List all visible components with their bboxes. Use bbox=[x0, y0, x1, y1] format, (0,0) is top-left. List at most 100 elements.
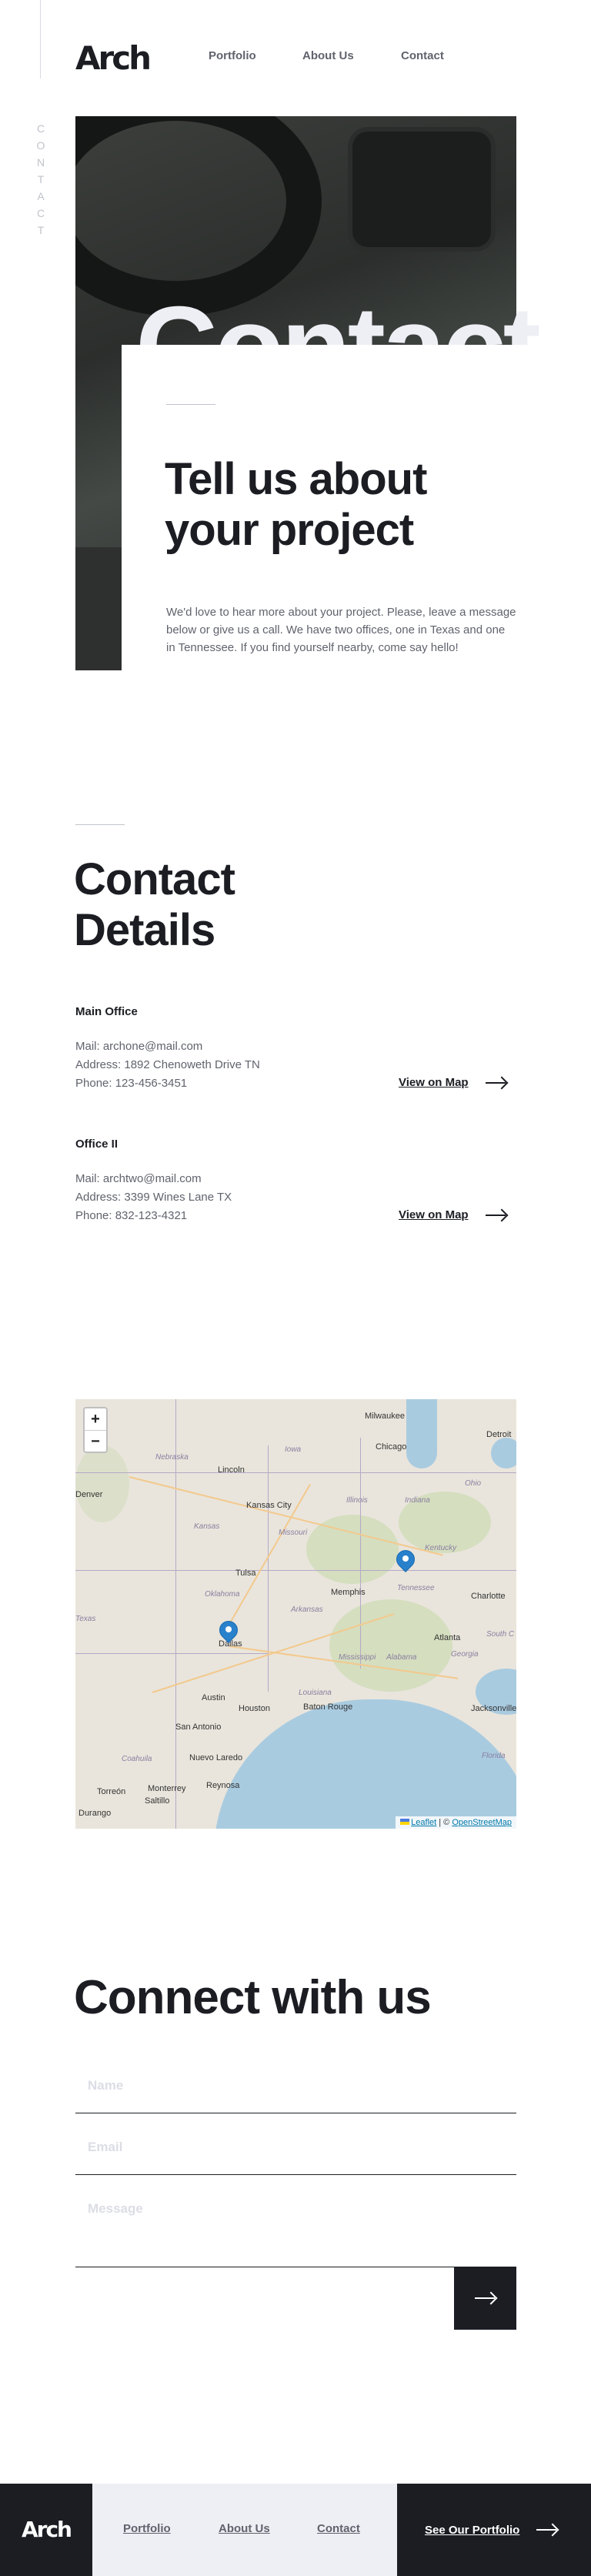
map-city-label: San Antonio bbox=[175, 1722, 222, 1732]
map-state-label: South C bbox=[486, 1630, 515, 1639]
zoom-out-button[interactable]: − bbox=[85, 1430, 106, 1452]
side-letter: T bbox=[37, 224, 45, 236]
footer-nav-about-us[interactable]: About Us bbox=[219, 2522, 270, 2535]
side-contact-label: C O N T A C T bbox=[34, 120, 48, 239]
footer-nav-portfolio[interactable]: Portfolio bbox=[123, 2522, 171, 2535]
map-city-label: Torreón bbox=[97, 1787, 126, 1796]
arrow-right-icon bbox=[485, 1210, 507, 1221]
map-city-label: Reynosa bbox=[206, 1781, 240, 1790]
leaflet-flag-icon bbox=[400, 1819, 410, 1825]
map-state-label: Alabama bbox=[386, 1653, 417, 1662]
message-field[interactable]: Message bbox=[75, 2184, 516, 2267]
map-state-label: Missouri bbox=[279, 1529, 308, 1537]
view-on-map-link-main[interactable]: View on Map bbox=[399, 1076, 507, 1089]
office-name: Office II bbox=[75, 1138, 119, 1151]
map-terrain bbox=[75, 1445, 129, 1522]
map-state-label: Florida bbox=[482, 1752, 506, 1760]
footer: Arch Portfolio About Us Contact See Our … bbox=[0, 2484, 591, 2576]
details-title: Contact Details bbox=[74, 854, 235, 955]
office-address: Address: 1892 Chenoweth Drive TN bbox=[75, 1058, 260, 1071]
map-state-label: Mississippi bbox=[339, 1653, 376, 1662]
openstreetmap-link[interactable]: OpenStreetMap bbox=[452, 1818, 512, 1827]
view-on-map-link-office-2[interactable]: View on Map bbox=[399, 1208, 507, 1221]
attribution-separator: | © bbox=[436, 1818, 452, 1827]
hero-title: Tell us about your project bbox=[165, 454, 427, 555]
footer-logo[interactable]: Arch bbox=[0, 2484, 92, 2576]
map-marker-icon[interactable] bbox=[392, 1546, 419, 1578]
hero-description: We'd love to hear more about your projec… bbox=[166, 606, 516, 654]
map-state-border bbox=[75, 1472, 516, 1473]
see-portfolio-button[interactable]: See Our Portfolio bbox=[397, 2484, 591, 2576]
map-city-label: Jacksonville bbox=[471, 1704, 516, 1713]
offices-map[interactable]: Milwaukee Detroit Chicago Lincoln Kansas… bbox=[75, 1399, 516, 1829]
marker-dot bbox=[402, 1555, 409, 1562]
nav-about-us[interactable]: About Us bbox=[302, 49, 354, 62]
map-city-label: Charlotte bbox=[471, 1592, 506, 1601]
side-letter: A bbox=[37, 190, 45, 202]
view-on-map-label: View on Map bbox=[399, 1208, 469, 1221]
email-field[interactable]: Email bbox=[75, 2123, 516, 2175]
office-name: Main Office bbox=[75, 1005, 138, 1018]
zoom-in-button[interactable]: + bbox=[85, 1408, 106, 1430]
map-marker-icon[interactable] bbox=[215, 1617, 242, 1649]
map-zoom-control: + − bbox=[83, 1407, 108, 1453]
map-state-label: Louisiana bbox=[299, 1689, 332, 1697]
nav-portfolio[interactable]: Portfolio bbox=[209, 49, 256, 62]
message-placeholder: Message bbox=[88, 2201, 143, 2216]
map-state-border bbox=[360, 1438, 361, 1669]
office-mail: Mail: archtwo@mail.com bbox=[75, 1172, 202, 1185]
leaflet-link[interactable]: Leaflet bbox=[411, 1818, 436, 1827]
map-state-label: Indiana bbox=[405, 1496, 430, 1505]
footer-nav-contact[interactable]: Contact bbox=[317, 2522, 360, 2535]
map-lake-michigan bbox=[406, 1399, 437, 1468]
map-city-label: Monterrey bbox=[148, 1784, 186, 1793]
see-portfolio-label: See Our Portfolio bbox=[425, 2523, 520, 2537]
map-state-label: Coahuila bbox=[122, 1755, 152, 1763]
side-letter: N bbox=[36, 156, 45, 169]
map-city-label: Nuevo Laredo bbox=[189, 1753, 243, 1762]
send-button[interactable] bbox=[454, 2267, 516, 2330]
map-state-label: Arkansas bbox=[291, 1605, 323, 1614]
map-city-label: Saltillo bbox=[145, 1796, 170, 1806]
map-state-label: Kentucky bbox=[425, 1544, 457, 1552]
map-state-label: Kansas bbox=[194, 1522, 220, 1531]
header-divider-line bbox=[40, 0, 41, 79]
arrow-right-icon bbox=[536, 2524, 558, 2535]
arrow-right-icon bbox=[485, 1078, 507, 1088]
map-state-border bbox=[175, 1399, 176, 1829]
map-city-label: Austin bbox=[202, 1693, 225, 1702]
office-phone: Phone: 123-456-3451 bbox=[75, 1077, 188, 1090]
arrow-right-icon bbox=[475, 2293, 496, 2304]
map-state-label: Nebraska bbox=[155, 1453, 189, 1462]
office-mail: Mail: archone@mail.com bbox=[75, 1040, 203, 1053]
map-city-label: Lincoln bbox=[218, 1465, 245, 1475]
map-state-label: Tennessee bbox=[397, 1584, 435, 1592]
side-letter: T bbox=[37, 173, 45, 185]
view-on-map-label: View on Map bbox=[399, 1076, 469, 1089]
map-state-label: Texas bbox=[75, 1615, 96, 1623]
map-city-label: Tulsa bbox=[235, 1569, 256, 1578]
map-city-label: Atlanta bbox=[434, 1633, 461, 1642]
name-field[interactable]: Name bbox=[75, 2063, 516, 2113]
map-state-label: Iowa bbox=[285, 1445, 302, 1454]
map-state-label: Oklahoma bbox=[205, 1590, 240, 1599]
nav-contact[interactable]: Contact bbox=[401, 49, 444, 62]
office-phone: Phone: 832-123-4321 bbox=[75, 1209, 188, 1222]
hero-divider bbox=[166, 404, 215, 405]
map-gulf-of-mexico bbox=[214, 1699, 516, 1829]
office-address: Address: 3399 Wines Lane TX bbox=[75, 1191, 232, 1204]
map-city-label: Denver bbox=[75, 1490, 103, 1499]
map-state-border bbox=[75, 1653, 268, 1654]
map-state-label: Ohio bbox=[465, 1479, 482, 1488]
map-state-label: Illinois bbox=[346, 1496, 368, 1505]
name-placeholder: Name bbox=[88, 2078, 124, 2093]
image-shape bbox=[352, 132, 491, 247]
map-lake-erie bbox=[491, 1438, 516, 1468]
map-city-label: Kansas City bbox=[246, 1501, 292, 1510]
logo[interactable]: Arch bbox=[75, 38, 152, 79]
side-letter: C bbox=[36, 207, 45, 219]
side-letter: C bbox=[36, 122, 45, 135]
map-state-border bbox=[75, 1570, 516, 1571]
map-city-label: Durango bbox=[78, 1809, 112, 1818]
map-city-label: Milwaukee bbox=[365, 1412, 405, 1421]
